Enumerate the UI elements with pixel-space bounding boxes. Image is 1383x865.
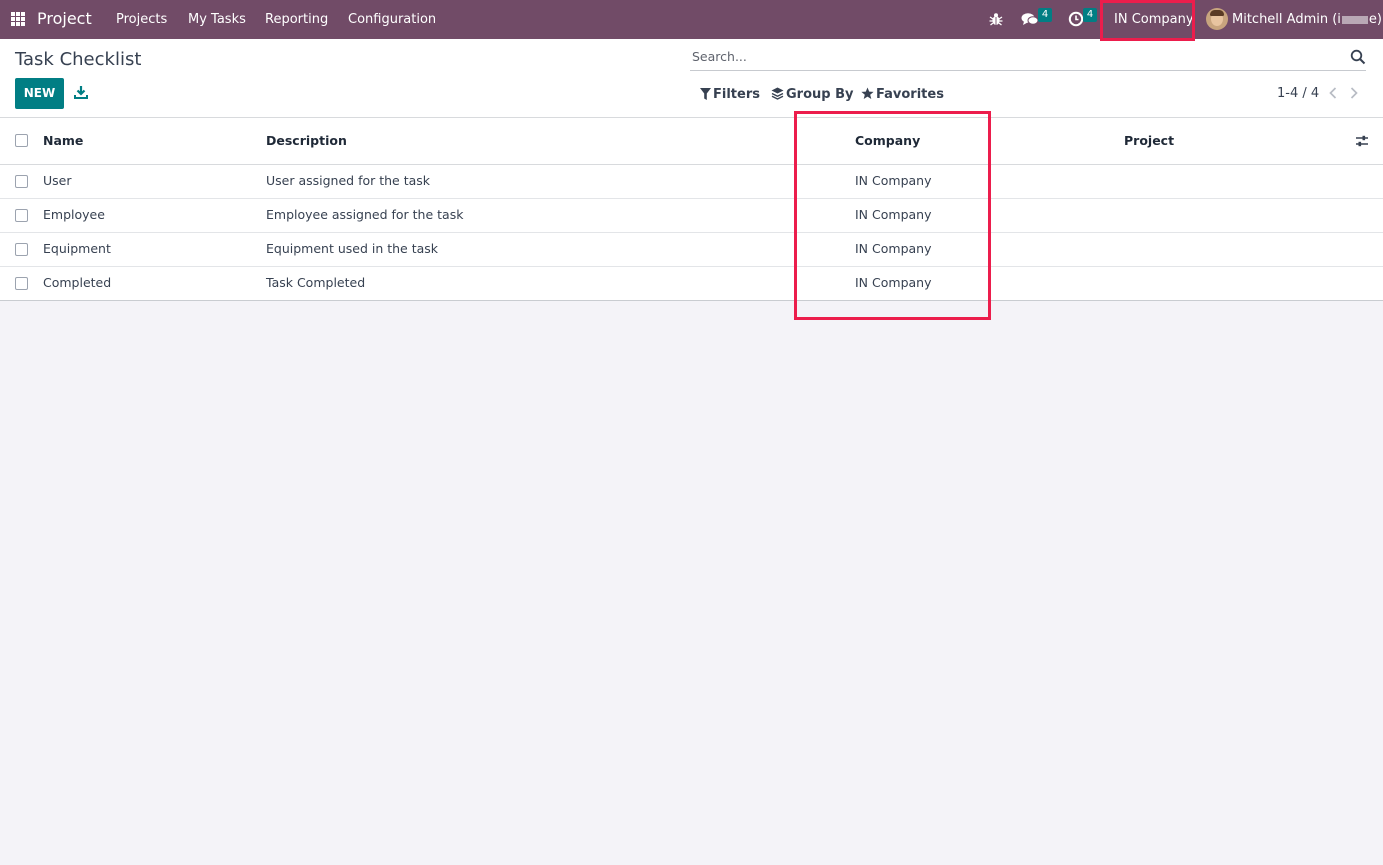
table-row[interactable]: User User assigned for the task IN Compa… (0, 165, 1383, 199)
column-header-name[interactable]: Name (43, 133, 83, 148)
cell-company: IN Company (855, 241, 932, 256)
pager-previous-icon[interactable] (1327, 86, 1339, 100)
group-by-label: Group By (786, 87, 854, 102)
search-bar[interactable]: Search... (690, 47, 1366, 71)
cell-description: Employee assigned for the task (266, 207, 464, 222)
search-input[interactable]: Search... (692, 49, 747, 64)
table-row[interactable]: Equipment Equipment used in the task IN … (0, 233, 1383, 267)
new-button[interactable]: NEW (15, 78, 64, 109)
top-navbar: Project Projects My Tasks Reporting Conf… (0, 0, 1383, 39)
user-name-start: Mitchell Admin (i (1232, 12, 1341, 27)
column-header-description[interactable]: Description (266, 133, 347, 148)
task-checklist-table: Name Description Company Project User Us… (0, 118, 1383, 301)
clock-icon[interactable] (1068, 11, 1084, 27)
cell-company: IN Company (855, 207, 932, 222)
cell-name: Completed (43, 275, 112, 290)
table-header: Name Description Company Project (0, 118, 1383, 165)
menu-my-tasks[interactable]: My Tasks (188, 12, 246, 27)
star-icon (861, 87, 874, 99)
group-by-button[interactable]: Group By (771, 87, 853, 102)
chat-icon[interactable] (1021, 11, 1039, 27)
cell-company: IN Company (855, 173, 932, 188)
select-all-checkbox[interactable] (15, 134, 28, 147)
filter-icon (700, 88, 711, 100)
bug-icon[interactable] (988, 11, 1004, 27)
control-panel: Task Checklist NEW Search... Filters Gro… (0, 39, 1383, 118)
user-menu[interactable]: Mitchell Admin (i e) (1232, 12, 1382, 27)
cell-name: Employee (43, 207, 105, 222)
avatar[interactable] (1206, 8, 1228, 30)
pager-value[interactable]: 1-4 / 4 (1277, 86, 1319, 101)
cell-description: User assigned for the task (266, 173, 431, 188)
cell-name: User (43, 173, 72, 188)
optional-columns-icon[interactable] (1355, 134, 1369, 148)
menu-configuration[interactable]: Configuration (348, 12, 436, 27)
apps-grid-icon[interactable] (11, 12, 25, 26)
redacted-text (1341, 15, 1368, 24)
menu-reporting[interactable]: Reporting (265, 12, 328, 27)
search-icon[interactable] (1350, 49, 1366, 65)
activities-count-badge: 4 (1083, 8, 1097, 22)
cell-description: Task Completed (266, 275, 366, 290)
app-name[interactable]: Project (37, 9, 92, 28)
company-switcher[interactable]: IN Company (1114, 12, 1194, 27)
filters-label: Filters (713, 87, 760, 102)
table-row[interactable]: Completed Task Completed IN Company (0, 267, 1383, 301)
row-checkbox[interactable] (15, 175, 28, 188)
column-header-project[interactable]: Project (1124, 133, 1174, 148)
download-icon[interactable] (74, 85, 88, 99)
menu-projects[interactable]: Projects (116, 12, 167, 27)
favorites-label: Favorites (876, 87, 944, 102)
filters-button[interactable]: Filters (700, 87, 760, 102)
row-checkbox[interactable] (15, 277, 28, 290)
cell-description: Equipment used in the task (266, 241, 439, 256)
row-checkbox[interactable] (15, 209, 28, 222)
page-title: Task Checklist (15, 49, 142, 70)
layers-icon (771, 87, 784, 100)
cell-name: Equipment (43, 241, 111, 256)
column-header-company[interactable]: Company (855, 133, 920, 148)
messages-count-badge: 4 (1038, 8, 1052, 22)
table-row[interactable]: Employee Employee assigned for the task … (0, 199, 1383, 233)
favorites-button[interactable]: Favorites (861, 87, 944, 102)
user-name-end: e) (1368, 12, 1382, 27)
row-checkbox[interactable] (15, 243, 28, 256)
pager-next-icon[interactable] (1348, 86, 1360, 100)
cell-company: IN Company (855, 275, 932, 290)
